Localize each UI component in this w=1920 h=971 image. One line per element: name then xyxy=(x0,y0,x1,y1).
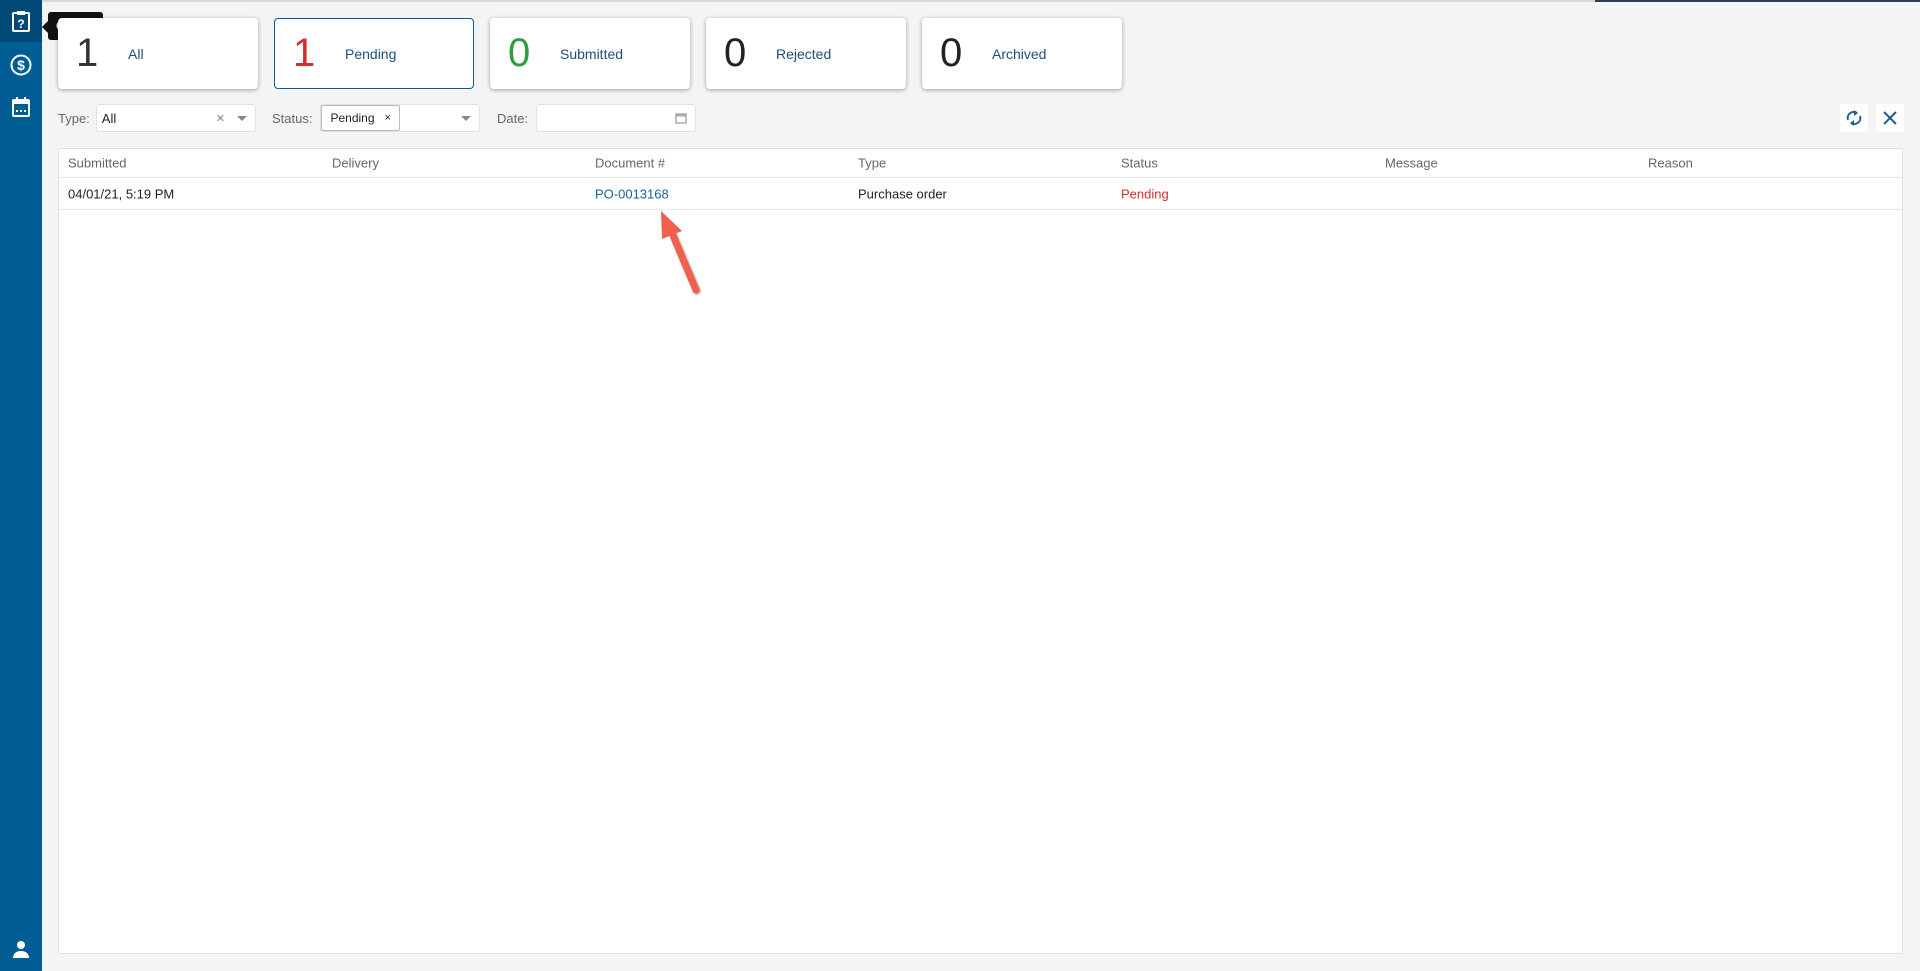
close-icon xyxy=(1883,111,1897,125)
column-header-message[interactable]: Message xyxy=(1385,156,1438,171)
card-count: 0 xyxy=(508,31,531,75)
top-border-accent xyxy=(1595,0,1920,2)
card-label: Archived xyxy=(992,45,1047,62)
chevron-down-icon[interactable] xyxy=(461,116,472,126)
sidebar-item-billing[interactable]: $ xyxy=(0,44,42,86)
chip-remove-icon[interactable]: × xyxy=(385,112,391,124)
card-count: 1 xyxy=(76,31,99,75)
orders-table: Submitted Delivery Document # Type Statu… xyxy=(58,148,1903,954)
svg-text:?: ? xyxy=(17,17,24,31)
card-count: 0 xyxy=(724,31,747,75)
status-select[interactable]: Pending × xyxy=(320,104,481,132)
card-count: 1 xyxy=(293,31,316,75)
cell-type: Purchase order xyxy=(858,186,947,201)
status-filter: Status: Pending × xyxy=(272,104,481,132)
type-select[interactable]: All × xyxy=(95,104,256,132)
status-chip-label: Pending xyxy=(330,111,375,125)
sidebar: ? $ xyxy=(0,0,42,971)
column-header-reason[interactable]: Reason xyxy=(1648,156,1693,171)
calendar-icon xyxy=(12,97,30,117)
calendar-icon[interactable] xyxy=(675,112,687,124)
document-link[interactable]: PO-0013168 xyxy=(595,186,669,201)
close-button[interactable] xyxy=(1876,104,1904,132)
svg-text:$: $ xyxy=(17,57,25,73)
column-header-status[interactable]: Status xyxy=(1121,156,1158,171)
column-header-document[interactable]: Document # xyxy=(595,156,665,171)
column-header-delivery[interactable]: Delivery xyxy=(332,156,379,171)
cell-status: Pending xyxy=(1121,186,1169,201)
table-header: Submitted Delivery Document # Type Statu… xyxy=(59,149,1902,178)
dollar-circle-icon: $ xyxy=(10,54,32,76)
status-label: Status: xyxy=(272,110,313,126)
type-filter: Type: All × xyxy=(58,104,256,132)
card-label: All xyxy=(128,45,144,62)
card-label: Rejected xyxy=(776,45,832,62)
clear-icon[interactable]: × xyxy=(216,110,225,127)
user-icon xyxy=(13,941,29,958)
cell-submitted: 04/01/21, 5:19 PM xyxy=(68,186,175,201)
card-all[interactable]: 1 All xyxy=(58,18,258,89)
sidebar-item-calendar[interactable] xyxy=(0,86,42,128)
column-header-submitted[interactable]: Submitted xyxy=(68,156,127,171)
sidebar-item-orders[interactable]: ? xyxy=(0,0,42,42)
type-label: Type: xyxy=(58,110,90,126)
type-value: All xyxy=(101,110,117,126)
date-label: Date: xyxy=(497,110,529,126)
date-filter: Date: xyxy=(497,104,697,132)
card-label: Pending xyxy=(345,45,397,62)
card-archived[interactable]: 0 Archived xyxy=(922,18,1122,89)
card-submitted[interactable]: 0 Submitted xyxy=(490,18,690,89)
refresh-button[interactable] xyxy=(1840,104,1868,132)
card-count: 0 xyxy=(940,31,963,75)
card-label: Submitted xyxy=(560,45,624,62)
card-rejected[interactable]: 0 Rejected xyxy=(706,18,906,89)
chevron-down-icon[interactable] xyxy=(236,116,247,126)
clipboard-question-icon: ? xyxy=(12,11,30,32)
column-header-type[interactable]: Type xyxy=(858,156,886,171)
refresh-icon xyxy=(1846,110,1862,126)
status-chip: Pending × xyxy=(321,105,400,131)
sidebar-item-user[interactable] xyxy=(0,928,42,970)
card-pending[interactable]: 1 Pending xyxy=(274,18,474,89)
date-input[interactable] xyxy=(536,104,697,132)
annotation-arrow-icon xyxy=(661,211,700,294)
table-row[interactable]: 04/01/21, 5:19 PM PO-0013168 Purchase or… xyxy=(59,178,1902,210)
